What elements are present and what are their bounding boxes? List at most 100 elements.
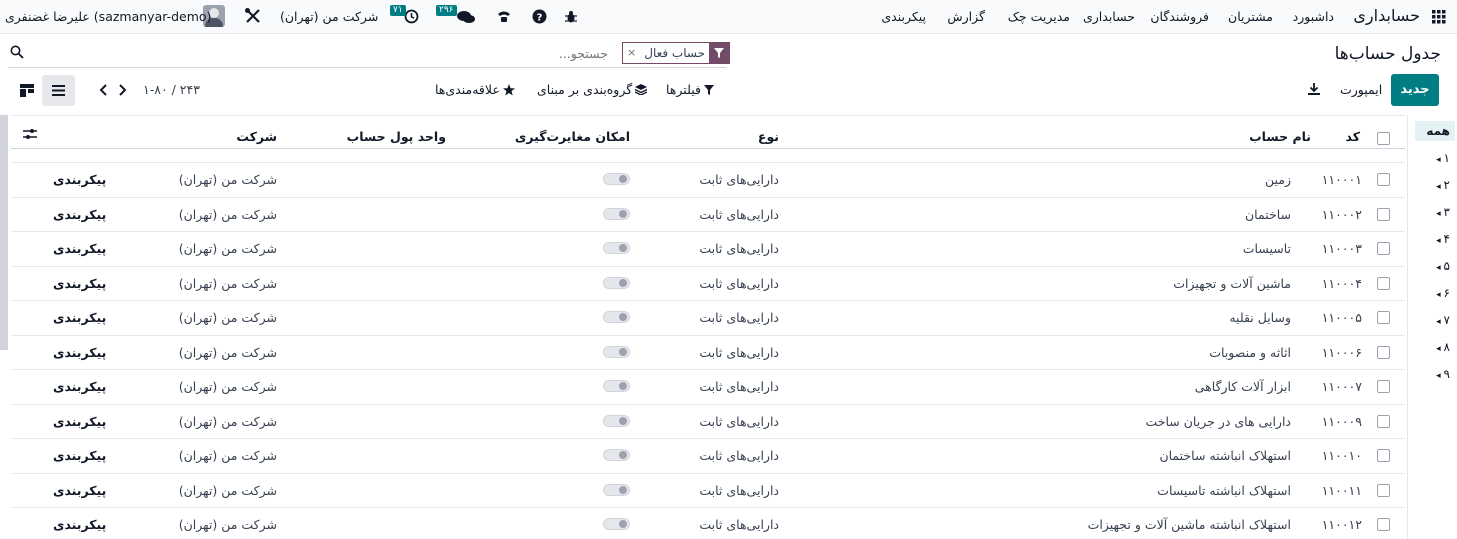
side-item-group[interactable]: ۹ ◂ [1415, 364, 1455, 384]
side-item-group[interactable]: ۷ ◂ [1415, 310, 1455, 330]
table-row[interactable]: ۱۱۰۰۰۴ ماشین آلات و تجهیزات دارایی‌های ثاب… [11, 266, 1405, 300]
row-checkbox[interactable] [1377, 208, 1390, 221]
menu-check-management[interactable]: مدیریت چک [1008, 9, 1070, 24]
table-row[interactable]: ۱۱۰۰۱۱ استهلاک انباشته تاسیسات دارایی‌های … [11, 473, 1405, 507]
chevron-left-icon[interactable] [98, 84, 108, 96]
optional-columns-icon[interactable] [23, 128, 37, 140]
header-type[interactable]: نوع [758, 129, 779, 144]
table-row[interactable]: ۱۱۰۰۰۵ وسایل نقلیه دارایی‌های ثابت شرکت من … [11, 300, 1405, 334]
new-button[interactable]: جدید [1391, 74, 1439, 106]
configure-button[interactable]: پیکربندی [53, 414, 106, 429]
company-switcher[interactable]: شرکت من (تهران) [280, 9, 378, 24]
menu-accounting[interactable]: حسابداری [1083, 9, 1135, 24]
debug-bug-icon[interactable] [564, 10, 578, 24]
menu-vendors[interactable]: فروشندگان [1150, 9, 1209, 24]
configure-button[interactable]: پیکربندی [53, 172, 106, 187]
configure-button[interactable]: پیکربندی [53, 483, 106, 498]
reconcile-toggle[interactable] [603, 484, 630, 496]
reconcile-toggle[interactable] [603, 311, 630, 323]
reconcile-toggle[interactable] [603, 415, 630, 427]
reconcile-toggle[interactable] [603, 208, 630, 220]
chevron-right-icon[interactable] [118, 84, 128, 96]
reconcile-toggle[interactable] [603, 173, 630, 185]
row-checkbox[interactable] [1377, 518, 1390, 531]
menu-customers[interactable]: مشتریان [1228, 9, 1273, 24]
table-row[interactable]: ۱۱۰۰۰۶ اثاثه و منصوبات دارایی‌های ثابت شرکت… [11, 335, 1405, 369]
clock-icon[interactable] [404, 9, 419, 24]
reconcile-toggle[interactable] [603, 277, 630, 289]
reconcile-toggle[interactable] [603, 449, 630, 461]
menu-configuration[interactable]: پیکربندی [881, 9, 926, 24]
row-checkbox[interactable] [1377, 346, 1390, 359]
row-checkbox[interactable] [1377, 242, 1390, 255]
reconcile-toggle[interactable] [603, 380, 630, 392]
download-icon[interactable] [1307, 82, 1321, 96]
menu-dashboard[interactable]: داشبورد [1293, 9, 1334, 24]
filters-toggle[interactable]: فیلترها [666, 82, 714, 97]
row-checkbox[interactable] [1377, 484, 1390, 497]
account-company: شرکت من (تهران) [178, 241, 277, 256]
table-row[interactable]: ۱۱۰۰۰۲ ساختمان دارایی‌های ثابت شرکت من (تهر… [11, 197, 1405, 231]
apps-grid-icon[interactable] [1432, 10, 1446, 24]
list-view-button[interactable] [42, 75, 75, 106]
pager-value[interactable]: ۱-۸۰ / ۲۴۳ [143, 82, 200, 97]
header-name[interactable]: نام حساب [1249, 129, 1311, 144]
configure-button[interactable]: پیکربندی [53, 241, 106, 256]
select-all-checkbox[interactable] [1377, 132, 1390, 145]
favorites-toggle[interactable]: علاقه‌مندی‌ها [435, 82, 515, 97]
configure-button[interactable]: پیکربندی [53, 207, 106, 222]
facet-remove-button[interactable]: × [623, 43, 640, 63]
row-checkbox[interactable] [1377, 415, 1390, 428]
table-row[interactable]: ۱۱۰۰۰۱ زمین دارایی‌های ثابت شرکت من (تهران)… [11, 162, 1405, 196]
top-navbar: حسابداری داشبورد مشتریان فروشندگان حسابد… [0, 0, 1457, 34]
configure-button[interactable]: پیکربندی [53, 448, 106, 463]
settings-tools-icon[interactable] [244, 7, 262, 25]
side-item-group[interactable]: ۶ ◂ [1415, 283, 1455, 303]
row-checkbox[interactable] [1377, 380, 1390, 393]
row-checkbox[interactable] [1377, 311, 1390, 324]
configure-button[interactable]: پیکربندی [53, 276, 106, 291]
row-checkbox[interactable] [1377, 449, 1390, 462]
phone-icon[interactable] [496, 8, 512, 24]
header-company[interactable]: شرکت [236, 129, 277, 144]
kanban-view-icon[interactable] [20, 84, 34, 97]
side-item-group[interactable]: ۵ ◂ [1415, 256, 1455, 276]
account-type: دارایی‌های ثابت [699, 241, 779, 256]
user-name[interactable]: علیرضا غضنفری (sazmanyar-demo) [5, 9, 211, 24]
configure-button[interactable]: پیکربندی [53, 379, 106, 394]
reconcile-toggle[interactable] [603, 518, 630, 530]
header-currency[interactable]: واحد پول حساب [347, 129, 446, 144]
scrollbar[interactable] [0, 115, 8, 350]
import-button[interactable]: ایمپورت [1340, 82, 1382, 97]
side-item-all[interactable]: همه [1415, 121, 1455, 141]
table-row[interactable]: ۱۱۰۰۱۰ استهلاک انباشته ساختمان دارایی‌های … [11, 438, 1405, 472]
app-name[interactable]: حسابداری [1353, 6, 1420, 25]
header-code[interactable]: کد [1346, 129, 1361, 144]
configure-button[interactable]: پیکربندی [53, 517, 106, 532]
row-checkbox[interactable] [1377, 173, 1390, 186]
row-checkbox[interactable] [1377, 277, 1390, 290]
table-row[interactable]: ۱۱۰۰۱۲ استهلاک انباشته ماشین آلات و تجهیز… [11, 507, 1405, 539]
side-item-group[interactable]: ۲ ◂ [1415, 175, 1455, 195]
table-row[interactable]: ۱۱۰۰۰۷ ابزار آلات کارگاهی دارایی‌های ثابت ش… [11, 369, 1405, 403]
menu-reporting[interactable]: گزارش [947, 9, 985, 24]
search-icon[interactable] [10, 45, 24, 59]
configure-button[interactable]: پیکربندی [53, 345, 106, 360]
table-row[interactable]: ۱۱۰۰۰۳ تاسیسات دارایی‌های ثابت شرکت من (تهر… [11, 231, 1405, 265]
header-reconcile[interactable]: امکان مغایرت‌گیری [515, 129, 630, 144]
reconcile-toggle[interactable] [603, 346, 630, 358]
groupby-toggle[interactable]: گروه‌بندی بر مبنای [537, 82, 648, 97]
accounts-list: کد نام حساب نوع امکان مغایرت‌گیری واحد پ… [11, 115, 1405, 539]
account-company: شرکت من (تهران) [178, 448, 277, 463]
side-item-group[interactable]: ۱ ◂ [1415, 148, 1455, 168]
search-input[interactable] [30, 43, 608, 63]
star-icon [502, 83, 515, 95]
configure-button[interactable]: پیکربندی [53, 310, 106, 325]
reconcile-toggle[interactable] [603, 242, 630, 254]
table-row[interactable]: ۱۱۰۰۰۹ دارایی های در جریان ساخت دارایی‌های… [11, 404, 1405, 438]
side-item-group[interactable]: ۸ ◂ [1415, 337, 1455, 357]
side-item-group[interactable]: ۴ ◂ [1415, 229, 1455, 249]
help-icon[interactable]: ? [532, 9, 547, 24]
discuss-chat-icon[interactable] [456, 10, 476, 24]
side-item-group[interactable]: ۳ ◂ [1415, 202, 1455, 222]
